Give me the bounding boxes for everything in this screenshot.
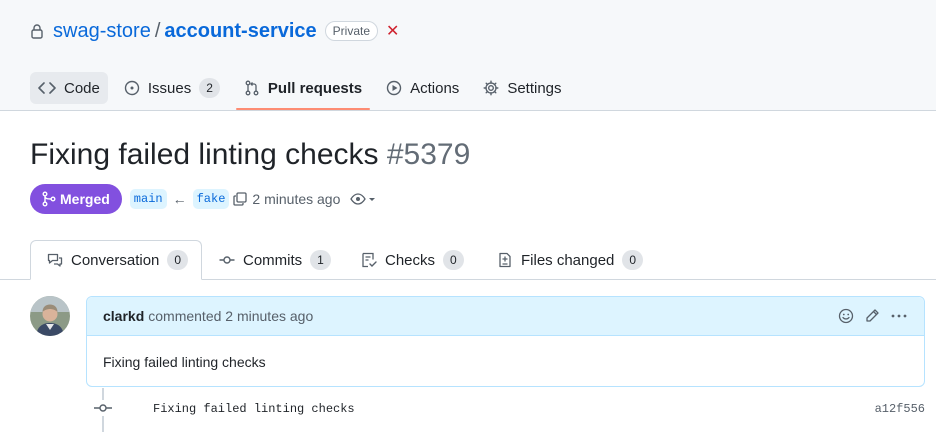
merged-state-label: Merged: [60, 191, 110, 207]
copy-icon[interactable]: [233, 192, 248, 206]
kebab-horizontal-icon[interactable]: [890, 308, 908, 324]
avatar[interactable]: [30, 296, 70, 336]
tab-commits[interactable]: Commits 1: [219, 240, 331, 280]
comment-card: clarkd commented 2 minutes ago Fixing fa…: [86, 296, 925, 387]
tab-commits-count: 1: [310, 250, 331, 270]
nav-code[interactable]: Code: [30, 72, 108, 104]
comment-timestamp: commented 2 minutes ago: [148, 308, 314, 324]
tab-files-changed-count: 0: [622, 250, 644, 270]
pr-title: Fixing failed linting checks #5379: [30, 138, 470, 172]
nav-issues-label: Issues: [147, 79, 192, 97]
repo-name-link[interactable]: account-service: [164, 20, 316, 43]
nav-pull-requests[interactable]: Pull requests: [235, 72, 371, 110]
nav-settings-label: Settings: [507, 79, 562, 97]
visibility-badge: Private: [324, 21, 379, 41]
pencil-icon[interactable]: [864, 308, 880, 324]
comment-actions: [828, 308, 908, 324]
tab-checks-label: Checks: [385, 251, 436, 269]
comment-author-link[interactable]: clarkd: [103, 308, 144, 324]
repo-nav: Code Issues 2 Pull requests Actions Sett…: [30, 72, 578, 110]
tab-files-changed-label: Files changed: [521, 251, 615, 269]
issues-count-badge: 2: [199, 78, 220, 98]
issue-icon: [124, 80, 140, 96]
repo-header: swag-store / account-service Private ✕ C…: [0, 0, 936, 111]
comment-header: clarkd commented 2 minutes ago: [87, 297, 924, 336]
pull-request-icon: [244, 80, 260, 96]
repo-title-row: swag-store / account-service Private ✕: [30, 18, 399, 44]
close-icon[interactable]: ✕: [386, 21, 399, 41]
arrow-left-icon: ←: [172, 191, 187, 207]
nav-actions[interactable]: Actions: [378, 72, 467, 104]
nav-code-label: Code: [64, 79, 100, 97]
file-diff-icon: [497, 252, 513, 268]
tab-commits-label: Commits: [243, 251, 303, 269]
nav-pull-requests-label: Pull requests: [267, 79, 363, 97]
gear-icon: [483, 80, 499, 96]
lock-icon: [30, 23, 44, 39]
nav-settings[interactable]: Settings: [475, 72, 569, 104]
tab-conversation[interactable]: Conversation 0: [30, 240, 202, 280]
pr-time: 2 minutes ago: [252, 191, 341, 207]
pr-meta: Merged main ← fake 2 minutes ago: [30, 183, 376, 215]
head-branch-label[interactable]: fake: [192, 189, 230, 209]
comment-body: Fixing failed linting checks: [103, 354, 266, 370]
nav-actions-label: Actions: [410, 79, 460, 97]
smiley-icon[interactable]: [838, 308, 854, 324]
tab-files-changed[interactable]: Files changed 0: [497, 240, 644, 280]
play-icon: [386, 80, 402, 96]
merged-state-badge: Merged: [30, 184, 122, 214]
tab-conversation-count: 0: [167, 250, 189, 270]
comment-discussion-icon: [47, 252, 63, 268]
tab-checks[interactable]: Checks 0: [361, 240, 464, 280]
repo-separator: /: [154, 19, 161, 42]
pr-title-text: Fixing failed linting checks: [30, 138, 379, 171]
pr-number: #5379: [386, 138, 471, 171]
code-icon: [38, 81, 56, 95]
merge-icon: [42, 191, 56, 207]
commit-message-link[interactable]: Fixing failed linting checks: [153, 402, 355, 416]
commit-icon: [94, 400, 112, 416]
nav-issues[interactable]: Issues 2: [116, 72, 228, 104]
tab-conversation-label: Conversation: [71, 251, 160, 269]
base-branch-label[interactable]: main: [129, 189, 167, 209]
commit-sha-link[interactable]: a12f556: [875, 402, 925, 416]
repo-owner-link[interactable]: swag-store: [53, 20, 151, 43]
tab-checks-count: 0: [443, 250, 464, 270]
checklist-icon: [361, 252, 377, 268]
commit-icon: [219, 252, 235, 268]
eye-icon[interactable]: [350, 192, 376, 206]
